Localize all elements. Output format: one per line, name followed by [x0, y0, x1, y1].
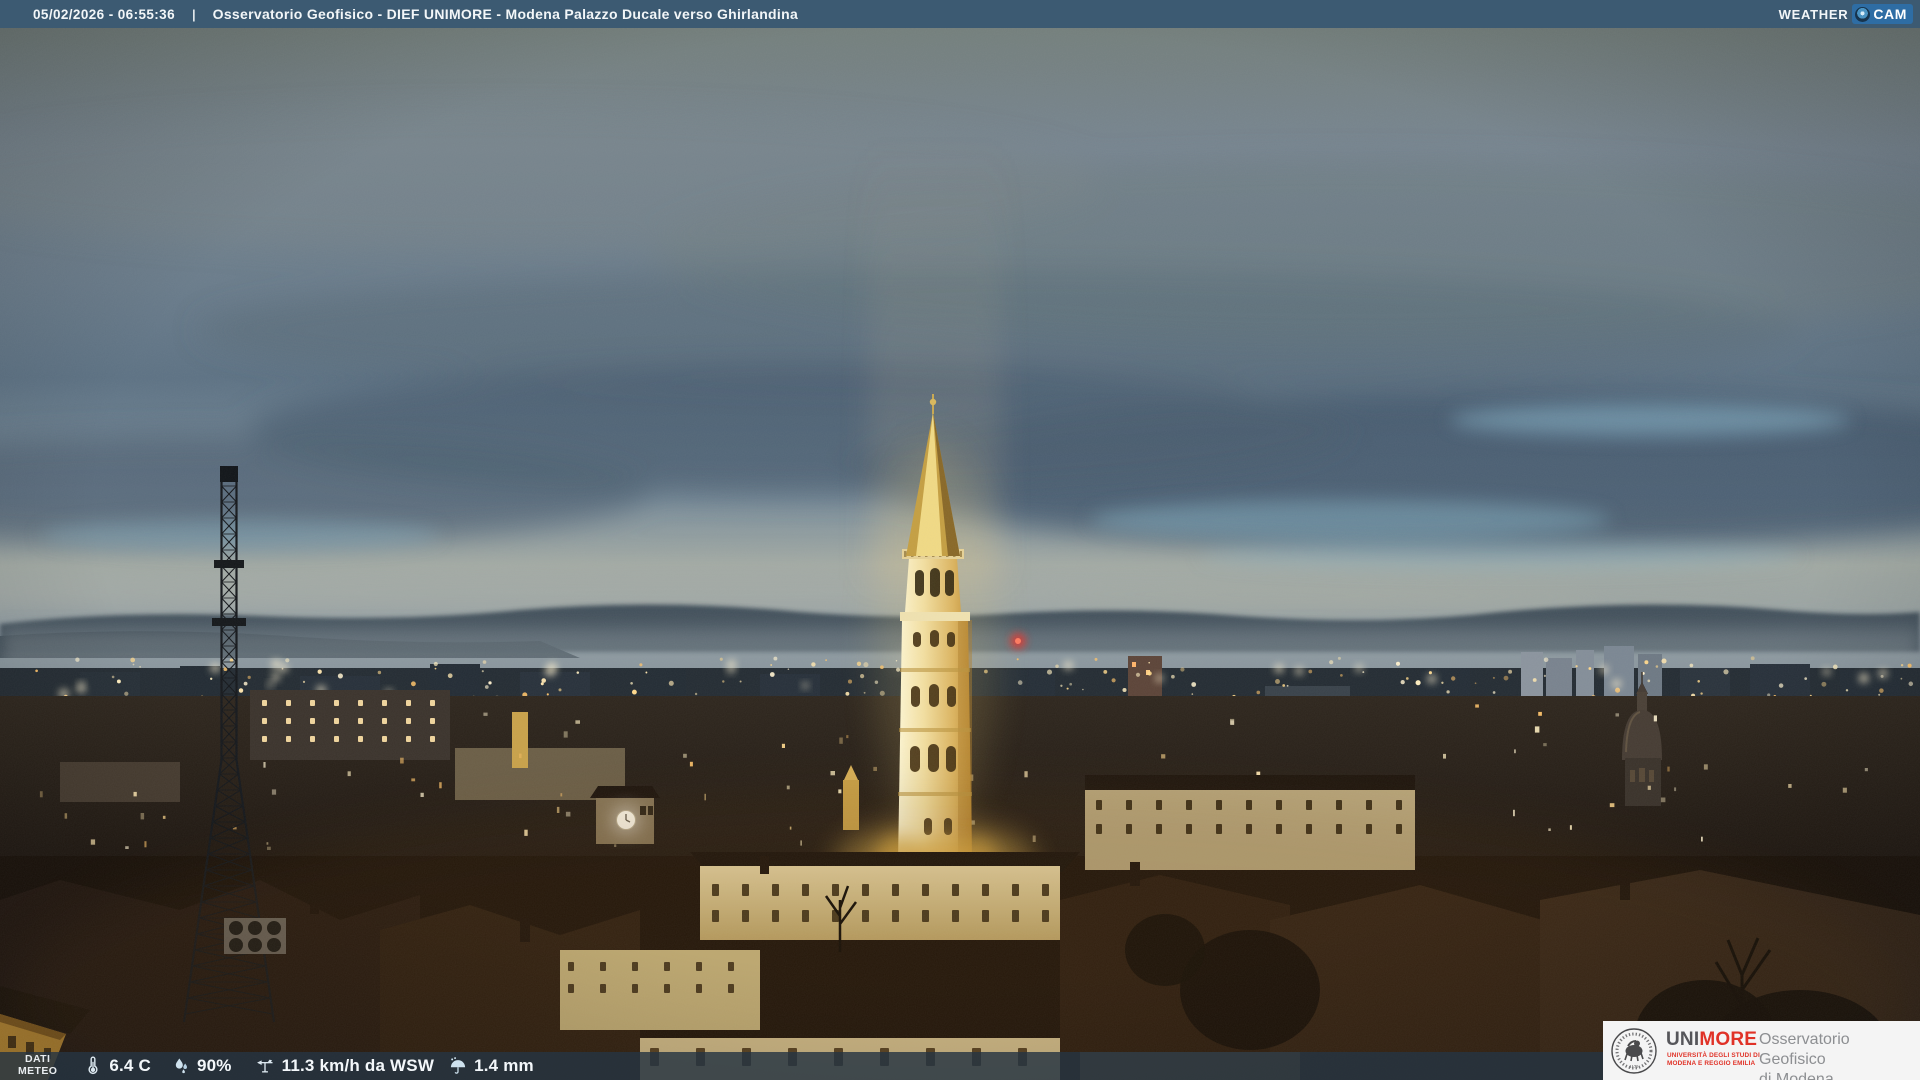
university-name: UNIVERSITÀ DEGLI STUDI DI MODENA E REGGI… [1667, 1052, 1760, 1069]
seal-year: 1175 [1630, 1064, 1640, 1069]
temperature-value: 6.4 C [109, 1056, 151, 1076]
grain-overlay [0, 28, 1920, 1080]
wind-reading: 11.3 km/h da WSW [254, 1056, 434, 1076]
timestamp: 05/02/2026 - 06:55:36 [33, 7, 175, 22]
topbar: 05/02/2026 - 06:55:36 | Osservatorio Geo… [0, 0, 1920, 28]
temperature-reading: 6.4 C [83, 1056, 151, 1076]
precipitation-reading: 1.4 mm [448, 1056, 534, 1076]
unimore-seal: 1175 [1610, 1027, 1658, 1075]
weathercam-logo: WEATHER CAM [1779, 0, 1913, 28]
rain-icon [448, 1056, 468, 1076]
unimore-more: MORE [1699, 1029, 1757, 1050]
observatory-name: Osservatorio Geofisico di Modena [1759, 1030, 1920, 1080]
weathercam-word: WEATHER [1779, 7, 1849, 22]
unimore-logo-panel: 1175 UNIMORE UNIVERSITÀ DEGLI STUDI DI M… [1603, 1021, 1920, 1080]
page-title: Osservatorio Geofisico - DIEF UNIMORE - … [213, 6, 798, 22]
university-line1: UNIVERSITÀ DEGLI STUDI DI [1667, 1052, 1760, 1060]
webcam-frame: 05/02/2026 - 06:55:36 | Osservatorio Geo… [0, 0, 1920, 1080]
weathercam-lens-icon [1855, 7, 1870, 22]
wind-icon [254, 1056, 276, 1076]
wind-value: 11.3 km/h da WSW [282, 1056, 434, 1076]
weathercam-cam-label: CAM [1873, 6, 1907, 22]
precipitation-value: 1.4 mm [474, 1056, 534, 1076]
humidity-reading: 90% [171, 1056, 232, 1076]
separator: | [192, 7, 196, 22]
observatory-line2: di Modena [1759, 1070, 1920, 1080]
unimore-wordmark: UNIMORE [1666, 1029, 1757, 1051]
university-line2: MODENA E REGGIO EMILIA [1667, 1060, 1760, 1068]
webcam-photo [0, 0, 1920, 1080]
weathercam-chip: CAM [1852, 4, 1913, 24]
observatory-line1: Osservatorio Geofisico [1759, 1030, 1920, 1070]
weather-data-label: DATI METEO [18, 1054, 57, 1078]
thermometer-icon [83, 1056, 103, 1076]
weather-label-line2: METEO [18, 1066, 57, 1078]
humidity-icon [171, 1056, 191, 1076]
humidity-value: 90% [197, 1056, 232, 1076]
unimore-uni: UNI [1666, 1029, 1699, 1050]
